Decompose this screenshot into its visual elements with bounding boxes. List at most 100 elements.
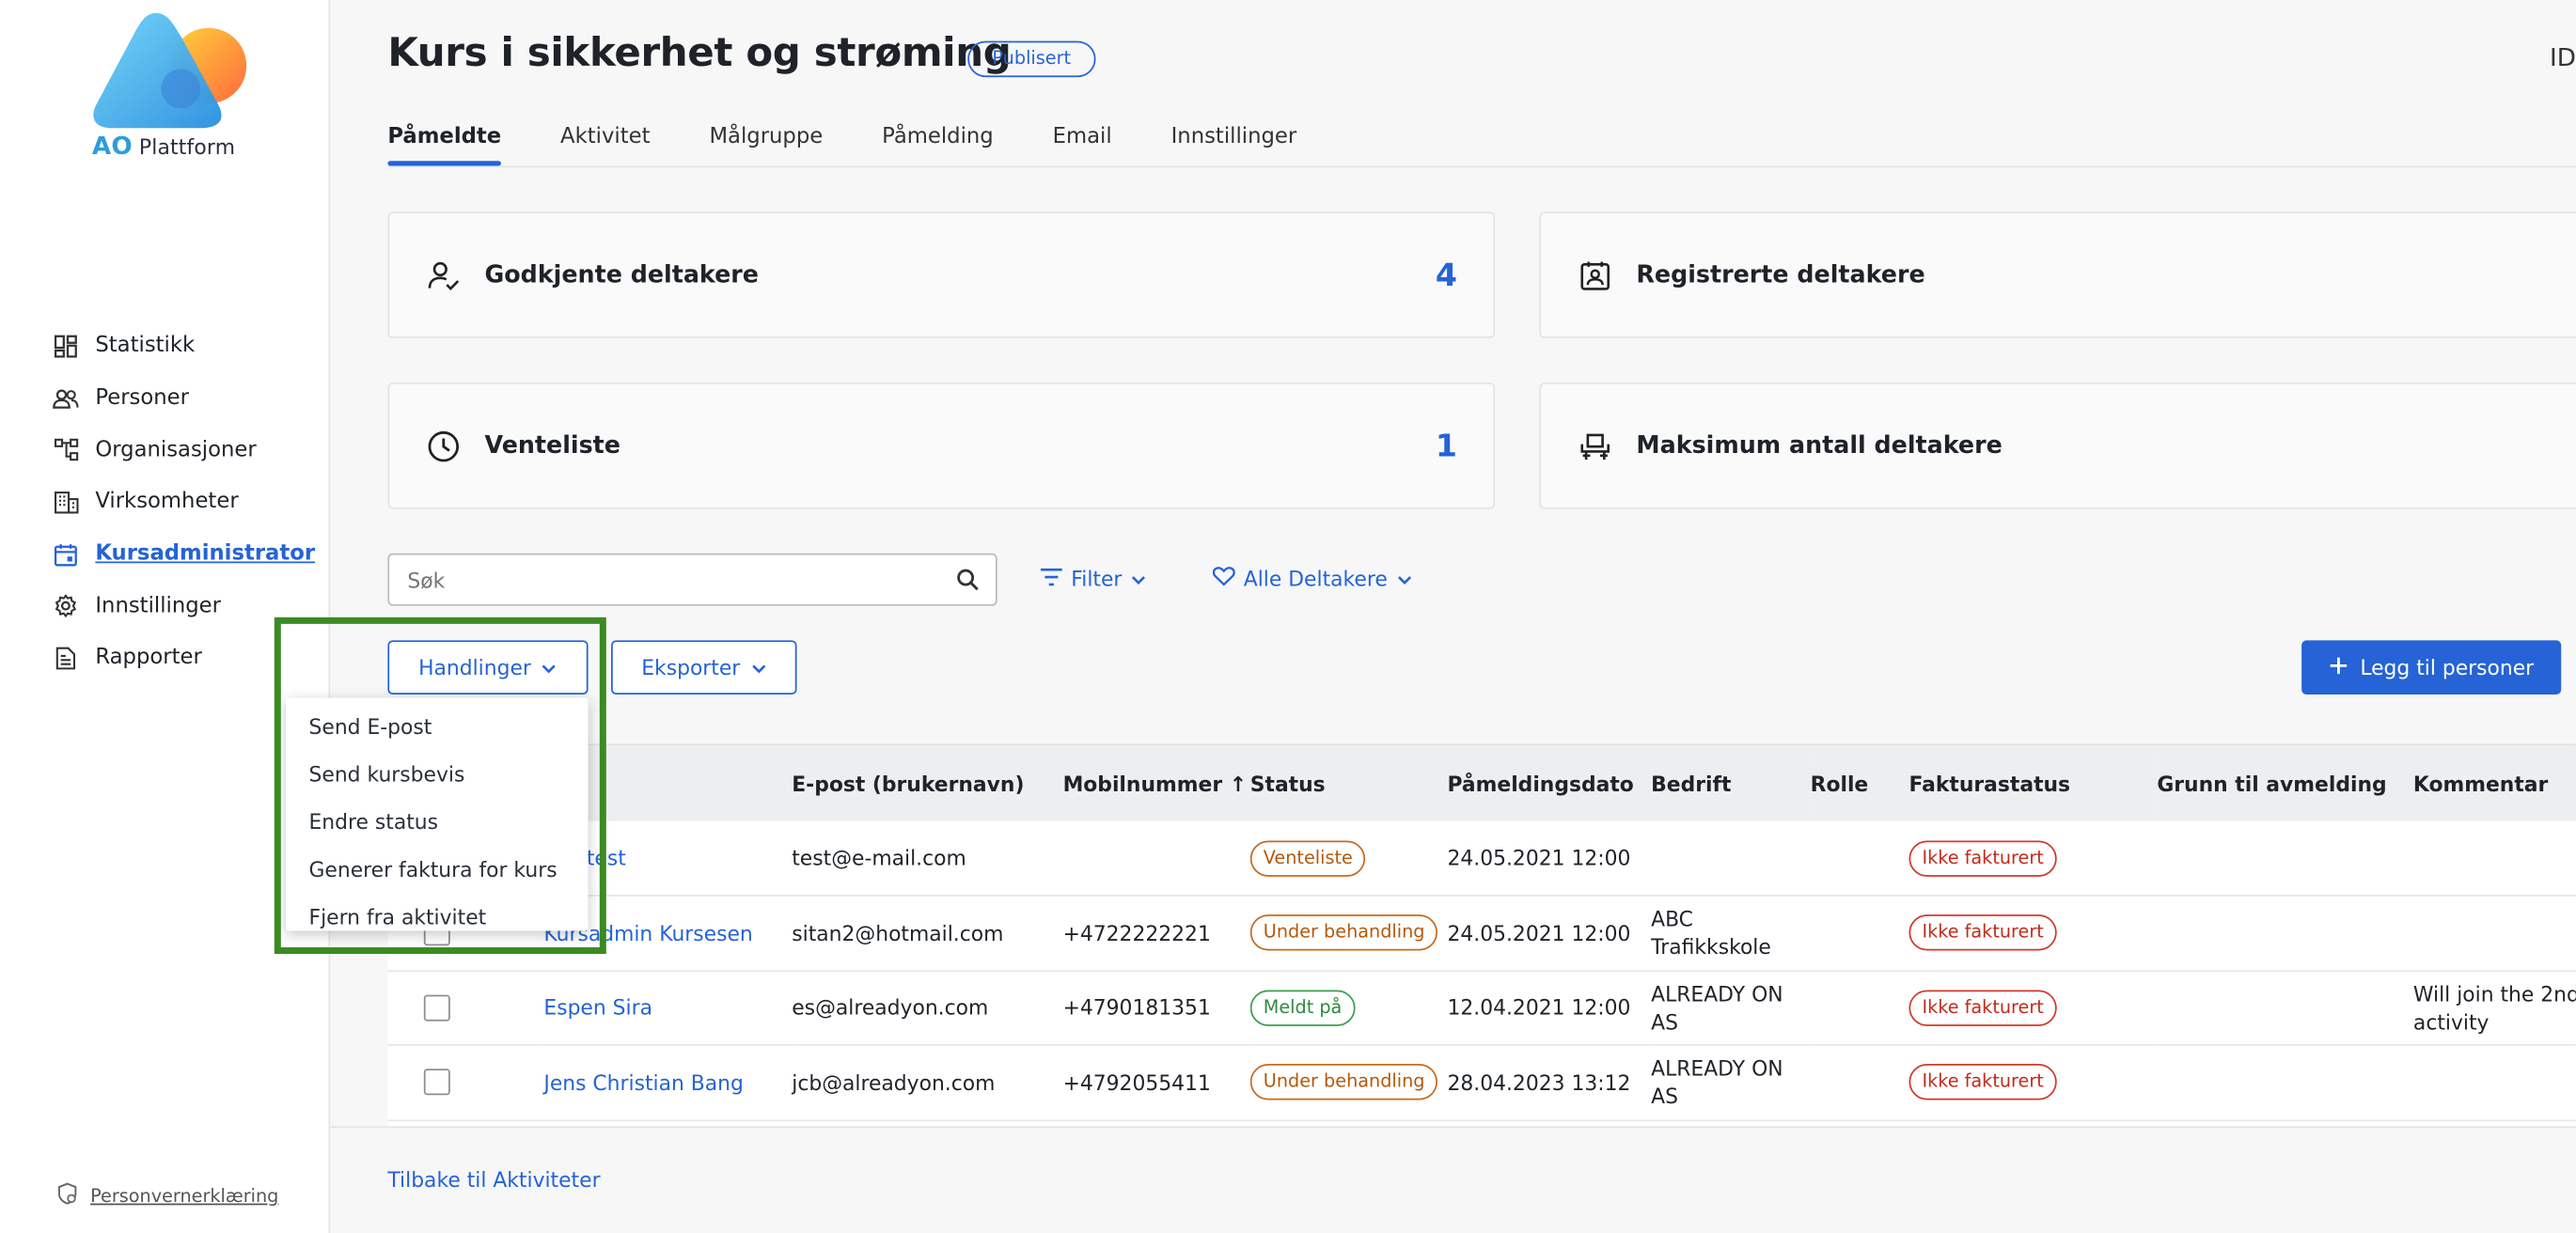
dashboard-icon bbox=[53, 333, 79, 359]
sidebar-item-label: Innstillinger bbox=[95, 594, 221, 619]
participant-name[interactable]: Jens Christian Bang bbox=[543, 1045, 792, 1119]
role bbox=[1811, 970, 1909, 1044]
actions-label: Handlinger bbox=[418, 655, 531, 680]
menu-item-generate-invoice[interactable]: Generer faktura for kurs bbox=[286, 847, 589, 895]
sidebar-item-rapporter[interactable]: Rapporter bbox=[53, 632, 315, 684]
table-row[interactable]: Jens Christian Bang jcb@alreadyon.com +4… bbox=[387, 1045, 2576, 1120]
logo-mark-icon bbox=[93, 12, 247, 129]
sidebar-item-virksomheter[interactable]: Virksomheter bbox=[53, 476, 315, 528]
invoice-cell: Ikke fakturert bbox=[1908, 821, 2157, 896]
participant-email: test@e-mail.com bbox=[792, 845, 966, 870]
menu-item-send-email[interactable]: Send E-post bbox=[286, 704, 589, 752]
table-row[interactable]: Kursadmin Kursesen sitan2@hotmail.com +4… bbox=[387, 896, 2576, 971]
chevron-down-icon bbox=[750, 655, 766, 679]
sidebar-item-personer[interactable]: Personer bbox=[53, 372, 315, 424]
participant-email: sitan2@hotmail.com bbox=[792, 920, 1004, 945]
logo-wordmark: AO Plattform bbox=[92, 132, 235, 161]
role bbox=[1811, 821, 1909, 896]
sidebar-item-statistikk[interactable]: Statistikk bbox=[53, 320, 315, 372]
tab-innstillinger[interactable]: Innstillinger bbox=[1171, 120, 1297, 163]
sidebar-nav: Statistikk Personer Organisasjoner Virks… bbox=[53, 320, 315, 685]
menu-item-change-status[interactable]: Endre status bbox=[286, 800, 589, 848]
comment bbox=[2413, 1045, 2576, 1119]
search-icon[interactable] bbox=[956, 568, 979, 591]
comment bbox=[2413, 821, 2576, 896]
participant-email: jcb@alreadyon.com bbox=[792, 1069, 996, 1095]
participant-mobile: +4722222221 bbox=[1062, 920, 1211, 945]
sidebar-item-label: Statistikk bbox=[95, 334, 196, 359]
max-participants-card: Maksimum antall deltakere bbox=[1539, 382, 2576, 509]
search-input[interactable] bbox=[389, 567, 956, 592]
sidebar-item-label: Virksomheter bbox=[95, 490, 239, 515]
menu-item-send-certificate[interactable]: Send kursbevis bbox=[286, 752, 589, 800]
status-cell: Under behandling bbox=[1249, 1045, 1448, 1119]
company bbox=[1651, 821, 1810, 896]
signup-date: 12.04.2021 12:00 bbox=[1447, 995, 1631, 1021]
col-invoice[interactable]: Fakturastatus bbox=[1908, 745, 2157, 820]
sidebar-item-innstillinger[interactable]: Innstillinger bbox=[53, 580, 315, 632]
comment bbox=[2413, 896, 2576, 970]
tab-aktivitet[interactable]: Aktivitet bbox=[560, 120, 650, 163]
card-label: Godkjente deltakere bbox=[484, 261, 759, 289]
status-badge: Meldt på bbox=[1249, 990, 1356, 1026]
actions-button[interactable]: Handlinger bbox=[387, 640, 589, 695]
invoice-badge: Ikke fakturert bbox=[1908, 839, 2057, 877]
signup-date: 24.05.2021 12:00 bbox=[1447, 920, 1631, 945]
menu-item-remove-from-activity[interactable]: Fjern fra aktivitet bbox=[286, 895, 589, 943]
tab-email[interactable]: Email bbox=[1053, 120, 1112, 163]
add-people-label: Legg til personer bbox=[2360, 655, 2535, 680]
approved-participants-card: Godkjente deltakere 4 bbox=[387, 211, 1496, 338]
invoice-badge: Ikke fakturert bbox=[1908, 990, 2057, 1026]
col-email[interactable]: E-post (brukernavn) bbox=[792, 745, 1062, 820]
row-checkbox[interactable] bbox=[423, 1069, 450, 1096]
tab-pameldte[interactable]: Påmeldte bbox=[387, 120, 502, 166]
card-value: 1 bbox=[1435, 428, 1457, 464]
chevron-down-icon bbox=[541, 655, 557, 679]
col-reason[interactable]: Grunn til avmelding bbox=[2157, 745, 2413, 820]
col-status[interactable]: Status bbox=[1250, 745, 1448, 820]
chevron-down-icon bbox=[1396, 567, 1412, 591]
invoice-cell: Ikke fakturert bbox=[1908, 970, 2157, 1044]
role bbox=[1811, 1045, 1909, 1119]
row-checkbox[interactable] bbox=[423, 994, 450, 1022]
col-role[interactable]: Rolle bbox=[1811, 745, 1909, 820]
table-row[interactable]: test test@e-mail.com Venteliste 24.05.20… bbox=[387, 821, 2576, 896]
card-label: Venteliste bbox=[484, 432, 620, 460]
page-title: Kurs i sikkerhet og strøming bbox=[387, 29, 1012, 76]
col-date[interactable]: Påmeldingsdato bbox=[1447, 745, 1651, 820]
table-row[interactable]: Espen Sira es@alreadyon.com +4790181351 … bbox=[387, 970, 2576, 1045]
participants-filter-button[interactable]: Alle Deltakere bbox=[1212, 566, 1412, 591]
logo-name-text: Plattform bbox=[138, 134, 236, 160]
sidebar: AO Plattform Statistikk Personer Organis… bbox=[0, 0, 331, 1233]
export-button[interactable]: Eksporter bbox=[611, 640, 797, 695]
privacy-link[interactable]: Personvernerklæring bbox=[55, 1182, 278, 1210]
participants-filter-label: Alle Deltakere bbox=[1243, 566, 1388, 591]
sidebar-item-label: Organisasjoner bbox=[95, 437, 257, 463]
sort-arrow-icon: ↑ bbox=[1229, 771, 1248, 796]
add-people-button[interactable]: Legg til personer bbox=[2301, 640, 2562, 695]
filter-button[interactable]: Filter bbox=[1040, 567, 1147, 591]
participant-mobile: +4790181351 bbox=[1062, 995, 1211, 1021]
gear-icon bbox=[53, 593, 79, 619]
signup-date: 28.04.2023 13:12 bbox=[1447, 1069, 1631, 1095]
org-tree-icon bbox=[53, 437, 79, 463]
status-badge: Under behandling bbox=[1249, 1064, 1438, 1100]
id-label: ID bbox=[2549, 42, 2576, 72]
col-comment[interactable]: Kommentar bbox=[2413, 745, 2576, 820]
col-mobile[interactable]: Mobilnummer ↑ bbox=[1063, 745, 1250, 820]
logo-ao-text: AO bbox=[91, 131, 133, 162]
back-to-activities-link[interactable]: Tilbake til Aktiviteter bbox=[387, 1167, 600, 1192]
user-check-icon bbox=[426, 257, 462, 292]
chevron-down-icon bbox=[1130, 567, 1146, 591]
calendar-icon bbox=[53, 541, 79, 568]
sidebar-item-organisasjoner[interactable]: Organisasjoner bbox=[53, 424, 315, 476]
sidebar-item-kursadministrator[interactable]: Kursadministrator bbox=[53, 528, 315, 580]
tab-malgruppe[interactable]: Målgruppe bbox=[709, 120, 823, 163]
col-company[interactable]: Bedrift bbox=[1651, 745, 1810, 820]
tabs-divider bbox=[387, 165, 2576, 168]
cancel-reason bbox=[2157, 896, 2413, 970]
tab-pamelding[interactable]: Påmelding bbox=[882, 120, 994, 163]
participant-name[interactable]: Espen Sira bbox=[543, 970, 792, 1044]
participant-mobile: +4792055411 bbox=[1062, 1069, 1211, 1095]
company: ABC Trafikkskole bbox=[1651, 906, 1771, 960]
